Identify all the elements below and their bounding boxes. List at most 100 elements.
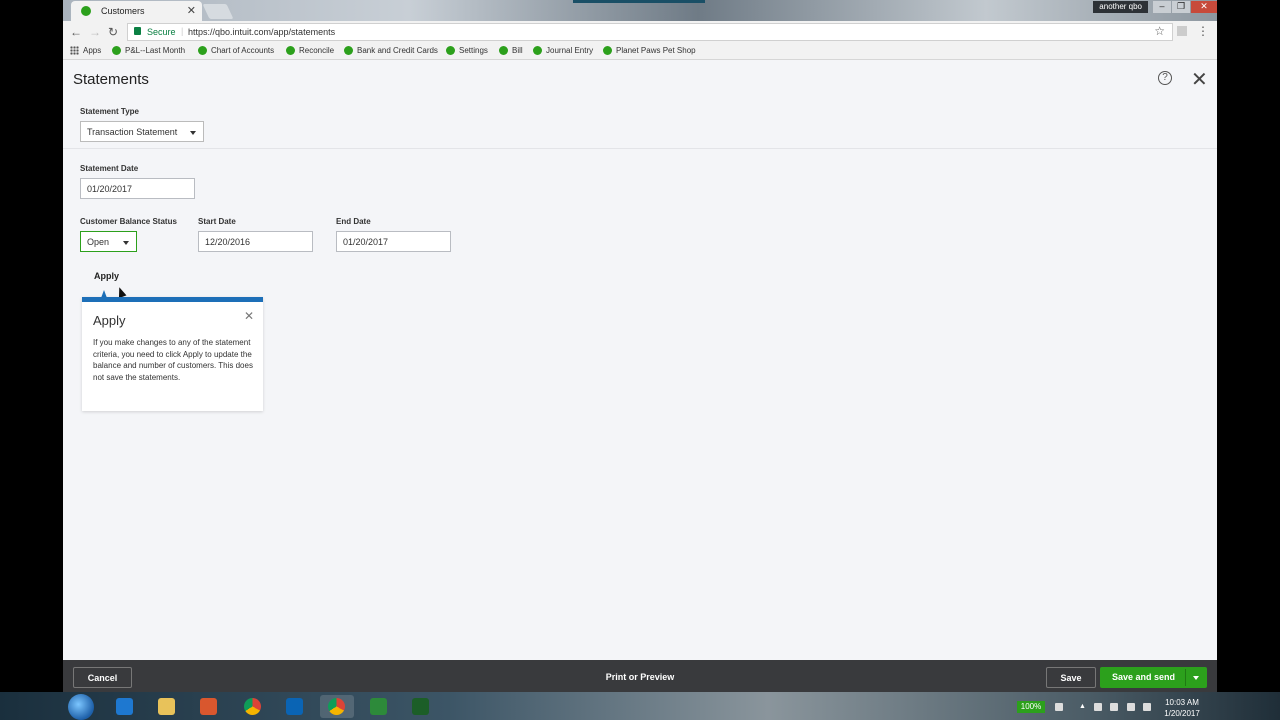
- window-caption-controls: another qbo – ❐ ✕: [1093, 0, 1217, 14]
- back-button[interactable]: ←: [70, 25, 82, 39]
- new-tab-button[interactable]: [202, 4, 234, 19]
- battery-indicator[interactable]: 100%: [1017, 701, 1045, 713]
- end-date-label: End Date: [336, 217, 371, 226]
- bookmarks-bar: Apps P&L--Last Month Chart of Accounts R…: [63, 43, 1217, 60]
- browser-menu-icon[interactable]: ⋮: [1197, 24, 1209, 38]
- media-player-icon: [200, 698, 217, 715]
- balance-status-value: Open: [87, 237, 110, 247]
- folder-icon: [158, 698, 175, 715]
- reload-button[interactable]: ↻: [108, 25, 118, 39]
- bookmark-label: Planet Paws Pet Shop: [616, 46, 696, 55]
- quickbooks-icon: [533, 46, 542, 55]
- lock-icon: [134, 27, 141, 35]
- end-date-field[interactable]: 01/20/2017: [336, 231, 451, 252]
- footer-bar: Cancel Print or Preview Save Save and se…: [63, 660, 1217, 692]
- bookmark-pl-last-month[interactable]: P&L--Last Month: [112, 46, 185, 55]
- statement-type-label: Statement Type: [80, 107, 139, 116]
- close-page-icon[interactable]: ✕: [1191, 67, 1208, 92]
- tray-sync-icon[interactable]: [1110, 703, 1118, 711]
- statements-page: Statements ? ✕ Statement Type Transactio…: [63, 61, 1217, 660]
- bookmark-label: Settings: [459, 46, 488, 55]
- camtasia-icon: [370, 698, 387, 715]
- outlook-icon: [286, 698, 303, 715]
- window-accent: [573, 0, 705, 3]
- window-close-button[interactable]: ✕: [1191, 1, 1217, 13]
- windows-taskbar: [0, 692, 1280, 720]
- quickbooks-icon: [198, 46, 207, 55]
- minimize-button[interactable]: –: [1153, 1, 1171, 13]
- extension-icon[interactable]: [1177, 26, 1187, 36]
- taskbar-ie[interactable]: [108, 695, 142, 718]
- tooltip-body: If you make changes to any of the statem…: [93, 338, 253, 382]
- statement-type-select[interactable]: Transaction Statement: [80, 121, 204, 142]
- apps-grid-icon: [70, 46, 79, 55]
- tray-display-icon[interactable]: [1055, 703, 1063, 711]
- browser-toolbar: ← → ↻ Secure | https://qbo.intuit.com/ap…: [63, 21, 1217, 43]
- statement-date-field[interactable]: 01/20/2017: [80, 178, 195, 199]
- chevron-down-icon[interactable]: [1193, 676, 1199, 680]
- balance-status-label: Customer Balance Status: [80, 217, 177, 226]
- bookmark-star-icon[interactable]: ☆: [1154, 24, 1165, 38]
- quickbooks-icon: [286, 46, 295, 55]
- statement-date-label: Statement Date: [80, 164, 139, 173]
- address-bar[interactable]: Secure | https://qbo.intuit.com/app/stat…: [127, 23, 1173, 41]
- balance-status-select[interactable]: Open: [80, 231, 137, 252]
- ie-icon: [116, 698, 133, 715]
- tray-volume-icon[interactable]: [1143, 703, 1151, 711]
- windows-start-button[interactable]: [68, 694, 94, 720]
- taskbar-camtasia[interactable]: [362, 695, 396, 718]
- chevron-down-icon: [123, 241, 129, 245]
- tab-strip: Customers ✕ another qbo – ❐ ✕: [63, 0, 1217, 21]
- apply-button[interactable]: Apply: [94, 271, 119, 281]
- start-date-field[interactable]: 12/20/2016: [198, 231, 313, 252]
- bookmark-label: Bank and Credit Cards: [357, 46, 438, 55]
- tray-expand-icon[interactable]: ▲: [1079, 703, 1087, 711]
- bookmark-label: Reconcile: [299, 46, 335, 55]
- browser-tab[interactable]: Customers ✕: [71, 1, 202, 21]
- system-clock[interactable]: 10:03 AM 1/20/2017: [1160, 697, 1204, 719]
- taskbar-chrome[interactable]: [236, 695, 270, 718]
- cancel-button[interactable]: Cancel: [73, 667, 132, 688]
- profile-label[interactable]: another qbo: [1093, 1, 1148, 13]
- secure-label: Secure: [147, 27, 176, 37]
- taskbar-media[interactable]: [192, 695, 226, 718]
- taskbar-camtasia-recorder[interactable]: [404, 695, 438, 718]
- tab-close-icon[interactable]: ✕: [187, 4, 196, 17]
- chrome-icon: [244, 698, 261, 715]
- bookmark-label: P&L--Last Month: [125, 46, 186, 55]
- bookmark-label: Chart of Accounts: [211, 46, 275, 55]
- chrome-icon: [328, 698, 345, 715]
- bookmark-apps[interactable]: Apps: [70, 46, 101, 55]
- url-text[interactable]: https://qbo.intuit.com/app/statements: [188, 27, 335, 37]
- page-title: Statements: [73, 71, 149, 88]
- tooltip-close-icon[interactable]: ✕: [244, 309, 254, 323]
- save-and-send-button[interactable]: Save and send: [1100, 667, 1207, 688]
- section-divider: [63, 148, 1217, 149]
- taskbar-outlook[interactable]: [278, 695, 312, 718]
- help-icon[interactable]: ?: [1158, 71, 1172, 85]
- quickbooks-icon: [446, 46, 455, 55]
- taskbar-explorer[interactable]: [150, 695, 184, 718]
- clock-time: 10:03 AM: [1165, 698, 1199, 707]
- quickbooks-icon: [344, 46, 353, 55]
- save-button[interactable]: Save: [1046, 667, 1096, 688]
- bookmark-journal-entry[interactable]: Journal Entry: [533, 46, 593, 55]
- tray-signal-icon[interactable]: [1127, 703, 1135, 711]
- bookmark-chart-of-accounts[interactable]: Chart of Accounts: [198, 46, 274, 55]
- bookmark-label: Apps: [83, 46, 102, 55]
- restore-button[interactable]: ❐: [1172, 1, 1190, 13]
- print-preview-button[interactable]: Print or Preview: [595, 667, 685, 688]
- tray-network-icon[interactable]: [1094, 703, 1102, 711]
- bookmark-planet-paws[interactable]: Planet Paws Pet Shop: [603, 46, 696, 55]
- bookmark-bank-credit-cards[interactable]: Bank and Credit Cards: [344, 46, 438, 55]
- bookmark-label: Bill: [512, 46, 523, 55]
- tooltip-title: Apply: [93, 313, 126, 328]
- clock-date: 1/20/2017: [1164, 709, 1200, 718]
- quickbooks-icon: [499, 46, 508, 55]
- bookmark-reconcile[interactable]: Reconcile: [286, 46, 334, 55]
- bookmark-settings[interactable]: Settings: [446, 46, 488, 55]
- forward-button[interactable]: →: [89, 25, 101, 39]
- statement-type-value: Transaction Statement: [87, 127, 178, 137]
- taskbar-chrome-active[interactable]: [320, 695, 354, 718]
- bookmark-bill[interactable]: Bill: [499, 46, 523, 55]
